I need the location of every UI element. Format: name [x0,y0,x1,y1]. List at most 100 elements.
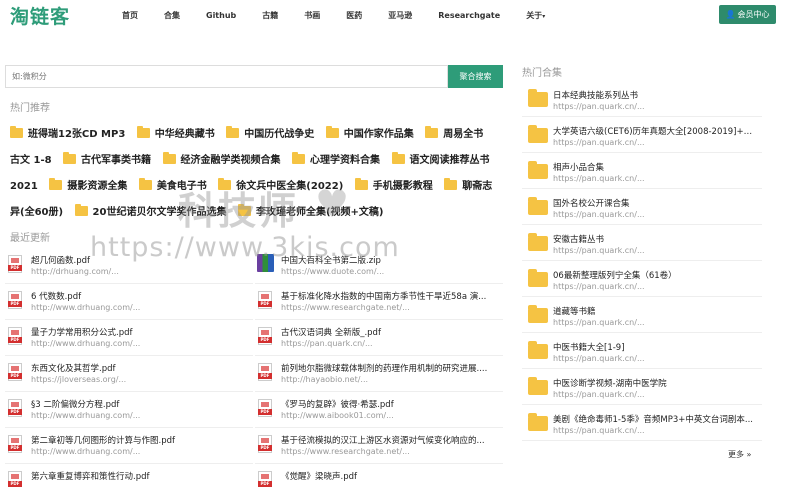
pdf-file-icon [8,471,22,487]
file-url: http://www.drhuang.com/... [31,411,141,420]
list-item[interactable]: 日本经典技能系列丛书 https://pan.quark.cn/... [522,82,762,117]
tag-label: 心理学资料合集 [310,155,381,166]
list-item[interactable]: 相声小品合集 https://pan.quark.cn/... [522,154,762,189]
nav-ancient-books[interactable]: 古籍 [262,10,278,21]
recent-updates-title: 最近更新 [10,233,50,244]
file-url: http://www.drhuang.com/... [31,447,141,456]
collection-name: 中医书籍大全[1-9] [553,343,625,353]
tag-item[interactable]: 心理学资料合集 [292,152,381,166]
list-item[interactable]: 美剧《绝命毒师1-5季》音频MP3+中英文台词剧本... https://pan… [522,406,762,441]
collection-url: https://pan.quark.cn/... [553,318,645,327]
collection-url: https://pan.quark.cn/... [553,354,645,363]
list-item[interactable]: 中医诊断学视频-湖南中医学院 https://pan.quark.cn/... [522,370,762,405]
hot-recommend-title: 热门推荐 [10,103,50,114]
folder-icon [226,126,240,138]
list-item[interactable]: 古代汉语词典 全新版_.pdf https://pan.quark.cn/... [255,320,503,356]
folder-icon [10,126,23,138]
list-item[interactable]: 6 代数数.pdf http://www.drhuang.com/... [5,284,253,320]
collection-url: https://pan.quark.cn/... [553,282,645,291]
tag-item[interactable]: 手机摄影教程 [354,178,433,192]
pdf-file-icon [258,435,272,453]
list-item[interactable]: 06最新整理版列宁全集（61卷） https://pan.quark.cn/..… [522,262,762,297]
collection-name: 中医诊断学视频-湖南中医学院 [553,379,667,389]
main-nav: 首页 合集 Github 古籍 书画 医药 亚马逊 Researchgate 关… [122,0,571,30]
collection-name: 06最新整理版列宁全集（61卷） [553,271,677,281]
list-item[interactable]: 第二章初等几何图形的计算与作图.pdf http://www.drhuang.c… [5,428,253,464]
more-collections-link[interactable]: 更多 » [728,449,751,460]
file-name: 6 代数数.pdf [31,292,82,302]
tag-item[interactable]: 摄影资源全集 [49,178,128,192]
file-name: 《觉醒》梁晓声.pdf [281,472,357,482]
file-url: https://jloverseas.org/... [31,375,127,384]
tag-label: 经济金融学类视频合集 [180,155,281,166]
list-item[interactable]: 量子力学常用积分公式.pdf http://www.drhuang.com/..… [5,320,253,356]
pdf-file-icon [258,399,272,417]
pdf-file-icon [8,435,22,453]
collection-name: 美剧《绝命毒师1-5季》音频MP3+中英文台词剧本... [553,415,753,425]
nav-amazon[interactable]: 亚马逊 [388,10,412,21]
collection-name: 相声小品合集 [553,163,605,173]
list-item[interactable]: 东西文化及其哲学.pdf https://jloverseas.org/... [5,356,253,392]
pdf-file-icon [258,291,272,309]
tag-label: 摄影资源全集 [67,181,128,192]
list-item[interactable]: 中医书籍大全[1-9] https://pan.quark.cn/... [522,334,762,369]
nav-home[interactable]: 首页 [122,10,138,21]
folder-icon [138,178,152,190]
folder-icon [528,233,548,251]
folder-icon [63,152,77,164]
pdf-file-icon [8,399,22,417]
nav-about-label: 关于 [526,10,543,20]
site-logo[interactable]: 淘链客 [10,2,70,29]
tag-item[interactable]: 班得瑞12张CD MP3 [10,126,125,140]
member-center-label: 会员中心 [737,10,770,19]
tag-item[interactable]: 中国历代战争史 [226,126,314,140]
nav-calligraphy[interactable]: 书画 [304,10,320,21]
tag-item[interactable]: 中华经典藏书 [136,126,215,140]
collection-url: https://pan.quark.cn/... [553,102,645,111]
pdf-file-icon [8,291,22,309]
file-url: https://www.duote.com/... [281,267,385,276]
folder-icon [528,197,548,215]
aggregate-search-button[interactable]: 聚合搜索 [448,65,503,88]
list-item[interactable]: 大学英语六级(CET6)历年真题大全[2008-2019]+真... https… [522,118,762,153]
collection-url: https://pan.quark.cn/... [553,138,645,147]
nav-about[interactable]: 关于▾ [526,10,545,21]
folder-icon [354,178,368,190]
tag-item[interactable]: 古代军事类书籍 [63,152,151,166]
list-item[interactable]: 基于标准化降水指数的中国南方季节性干旱近58a 演... https://www… [255,284,503,320]
collection-name: 安徽古籍丛书 [553,235,605,245]
folder-icon [444,178,458,190]
list-item[interactable]: 道藏等书籍 https://pan.quark.cn/... [522,298,762,333]
list-item[interactable]: 安徽古籍丛书 https://pan.quark.cn/... [522,226,762,261]
nav-researchgate[interactable]: Researchgate [438,11,500,20]
file-name: 基于标准化降水指数的中国南方季节性干旱近58a 演... [281,292,487,302]
pdf-file-icon [8,255,22,273]
member-center-button[interactable]: 👤 会员中心 [719,5,776,24]
folder-icon [162,152,176,164]
list-item[interactable]: §3 二阶偏微分方程.pdf http://www.drhuang.com/..… [5,392,253,428]
file-url: http://www.drhuang.com/... [31,303,141,312]
folder-icon [528,341,548,359]
list-item[interactable]: 国外名校公开课合集 https://pan.quark.cn/... [522,190,762,225]
file-name: 古代汉语词典 全新版_.pdf [281,328,381,338]
list-item[interactable]: 第六章重复博弈和策性行动.pdf [5,464,253,487]
list-item[interactable]: 基于径流模拟的汉江上游区水资源对气候变化响应的... https://www.r… [255,428,503,464]
search-input[interactable] [5,65,448,88]
nav-medicine[interactable]: 医药 [346,10,362,21]
list-item[interactable]: 《罗马的复辟》彼得·希瑟.pdf http://www.aibook01.com… [255,392,503,428]
list-item[interactable]: 《觉醒》梁晓声.pdf [255,464,503,487]
nav-collections[interactable]: 合集 [164,10,180,21]
hot-collections-title: 热门合集 [522,68,562,79]
list-item[interactable]: 前列地尔脂微球载体制剂的药理作用机制的研究进展.... http://hayao… [255,356,503,392]
watermark-text: 科技师 [178,189,299,233]
file-name: 第二章初等几何图形的计算与作图.pdf [31,436,175,446]
collection-url: https://pan.quark.cn/... [553,210,645,219]
folder-icon [49,178,63,190]
folder-icon [136,126,150,138]
folder-icon [528,305,548,323]
file-name: 《罗马的复辟》彼得·希瑟.pdf [281,400,394,410]
tag-item[interactable]: 中国作家作品集 [325,126,414,140]
folder-icon [528,89,548,107]
tag-item[interactable]: 经济金融学类视频合集 [162,152,281,166]
nav-github[interactable]: Github [206,11,236,20]
